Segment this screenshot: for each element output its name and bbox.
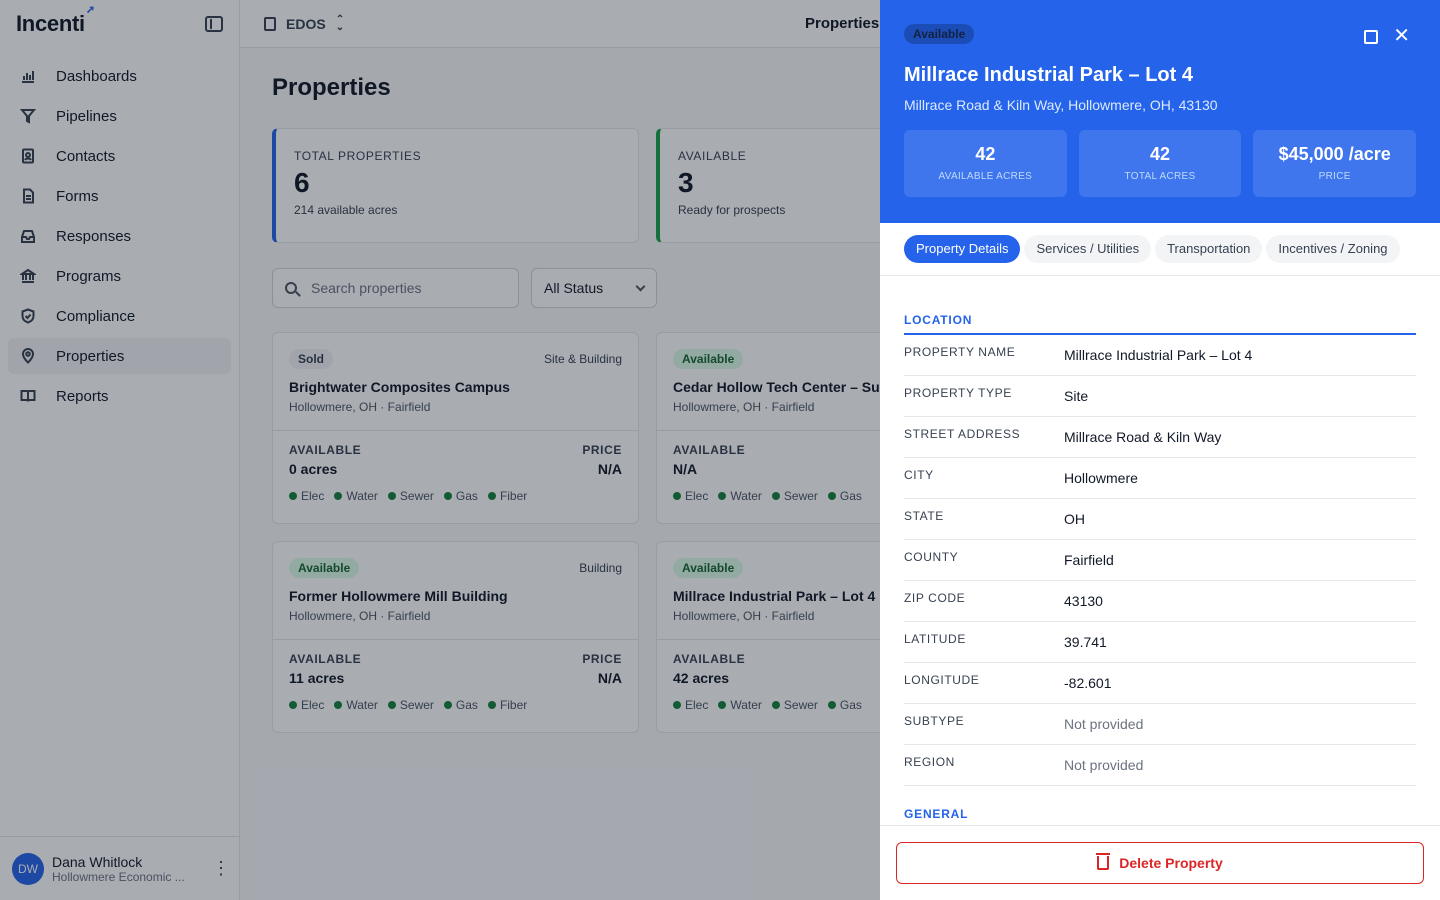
stat-available-acres: 42 AVAILABLE ACRES: [904, 130, 1067, 197]
tab-transportation[interactable]: Transportation: [1155, 235, 1263, 263]
detail-row: SUBTYPE Not provided: [904, 704, 1416, 745]
modal-backdrop[interactable]: [0, 0, 880, 900]
drawer-body[interactable]: LOCATION PROPERTY NAME Millrace Industria…: [880, 276, 1440, 825]
tab-services-utilities[interactable]: Services / Utilities: [1024, 235, 1152, 263]
stat-value: $45,000 /acre: [1278, 144, 1391, 164]
detail-label: STATE: [904, 509, 944, 523]
drawer-footer: Delete Property: [880, 825, 1440, 900]
stat-label: TOTAL ACRES: [1124, 171, 1196, 182]
detail-label: CITY: [904, 468, 934, 482]
close-icon[interactable]: ✕: [1393, 26, 1410, 46]
detail-value: Hollowmere: [1064, 470, 1138, 486]
detail-label: LATITUDE: [904, 632, 966, 646]
drawer-header: Available ✕ Millrace Industrial Park – L…: [880, 0, 1440, 223]
detail-label: STREET ADDRESS: [904, 427, 1021, 441]
detail-label: SUBTYPE: [904, 714, 965, 728]
detail-value: Not provided: [1064, 716, 1144, 732]
detail-value: Millrace Industrial Park – Lot 4: [1064, 347, 1253, 363]
status-badge: Available: [904, 24, 975, 44]
detail-row: LATITUDE 39.741: [904, 622, 1416, 663]
status-badge-label: Available: [913, 27, 966, 41]
tab-property-details[interactable]: Property Details: [904, 235, 1021, 263]
detail-row: ZIP CODE 43130: [904, 581, 1416, 622]
detail-value: Not provided: [1064, 757, 1144, 773]
section-title-location: LOCATION: [904, 276, 1416, 335]
detail-label: PROPERTY NAME: [904, 345, 1016, 359]
stat-total-acres: 42 TOTAL ACRES: [1078, 130, 1242, 197]
drawer-stats: 42 AVAILABLE ACRES 42 TOTAL ACRES $45,00…: [904, 130, 1417, 197]
detail-label: LONGITUDE: [904, 673, 980, 687]
detail-value: Millrace Road & Kiln Way: [1064, 429, 1222, 445]
detail-row: REGION Not provided: [904, 745, 1416, 786]
tab-incentives-zoning[interactable]: Incentives / Zoning: [1266, 235, 1400, 263]
detail-row: PROPERTY NAME Millrace Industrial Park – …: [904, 335, 1416, 376]
stat-value: 42: [975, 144, 996, 164]
drawer-title: Millrace Industrial Park – Lot 4: [904, 64, 1193, 86]
trash-icon: [1096, 853, 1111, 870]
stat-value: 42: [1149, 144, 1171, 164]
detail-value: 39.741: [1064, 634, 1107, 650]
section-title-general: GENERAL: [904, 807, 969, 821]
stat-price: $45,000 /acre PRICE: [1253, 130, 1417, 197]
detail-row: STREET ADDRESS Millrace Road & Kiln Way: [904, 417, 1416, 458]
property-detail-drawer: Available ✕ Millrace Industrial Park – L…: [880, 0, 1440, 900]
detail-row: STATE OH: [904, 499, 1416, 540]
detail-value: Site: [1064, 388, 1089, 404]
delete-property-label: Delete Property: [1119, 855, 1223, 871]
edit-icon[interactable]: [1364, 30, 1378, 44]
detail-row: COUNTY Fairfield: [904, 540, 1416, 581]
drawer-tabs: Property Details Services / Utilities Tr…: [880, 223, 1440, 276]
detail-row: LONGITUDE -82.601: [904, 663, 1416, 704]
detail-row: PROPERTY TYPE Site: [904, 376, 1416, 417]
detail-label: REGION: [904, 755, 955, 769]
detail-label: PROPERTY TYPE: [904, 386, 1012, 400]
detail-row: CITY Hollowmere: [904, 458, 1416, 499]
detail-label: COUNTY: [904, 550, 959, 564]
detail-value: 43130: [1064, 593, 1103, 609]
delete-property-button[interactable]: Delete Property: [896, 842, 1424, 884]
detail-value: OH: [1064, 511, 1085, 527]
detail-label: ZIP CODE: [904, 591, 966, 605]
stat-label: AVAILABLE ACRES: [938, 171, 1033, 182]
detail-value: Fairfield: [1064, 552, 1114, 568]
drawer-address: Millrace Road & Kiln Way, Hollowmere, OH…: [904, 97, 1218, 113]
detail-value: -82.601: [1064, 675, 1112, 691]
stat-label: PRICE: [1318, 171, 1351, 182]
